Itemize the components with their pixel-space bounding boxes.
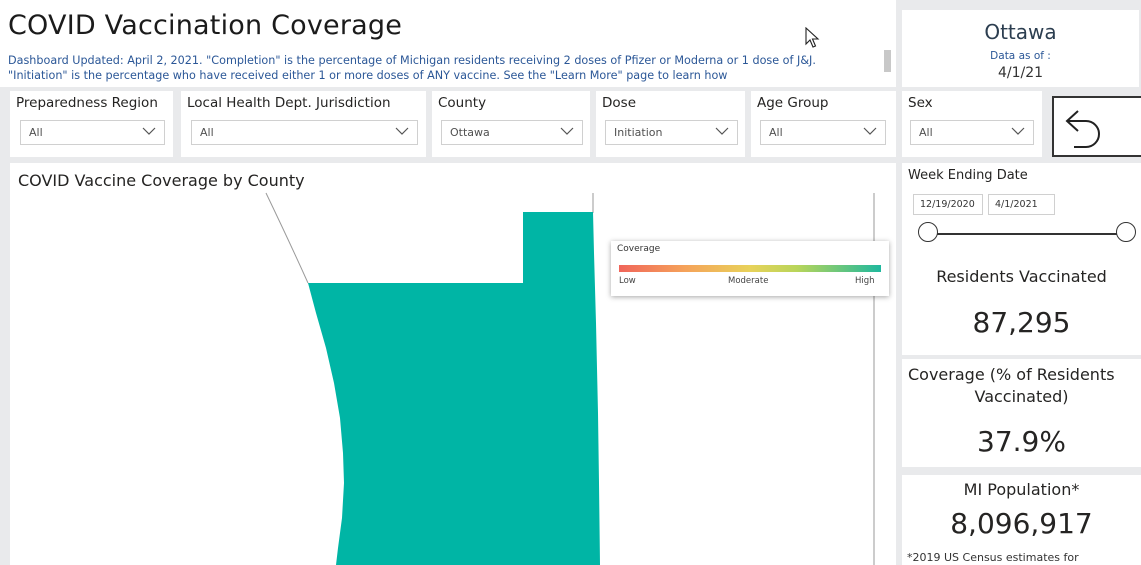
end-date-input[interactable]: 4/1/2021 — [988, 194, 1055, 215]
date-slicer-label: Week Ending Date — [908, 168, 1028, 183]
slicer-age-group: Age Group All — [751, 91, 896, 157]
legend-title: Coverage — [617, 244, 661, 254]
slicer-dose: Dose Initiation — [596, 91, 745, 157]
age-group-dropdown[interactable]: All — [760, 120, 886, 145]
dashboard-description: Dashboard Updated: April 2, 2021. "Compl… — [8, 54, 816, 82]
date-slider-end-handle[interactable] — [1116, 222, 1136, 242]
data-as-of-label: Data as of : — [990, 50, 1051, 62]
start-date-value: 12/19/2020 — [920, 199, 975, 210]
legend-high-label: High — [855, 276, 875, 286]
legend-moderate-label: Moderate — [728, 276, 769, 286]
population-footnote: *2019 US Census estimates for — [907, 551, 1079, 564]
county-map[interactable] — [10, 163, 896, 565]
back-arrow-icon — [1065, 110, 1100, 148]
legend-gradient-bar — [619, 265, 881, 272]
chevron-down-icon — [142, 127, 156, 135]
dropdown-value: All — [769, 126, 783, 139]
date-slicer-panel: Week Ending Date 12/19/2020 4/1/2021 Res… — [902, 163, 1141, 355]
end-date-value: 4/1/2021 — [995, 199, 1038, 210]
header-panel: COVID Vaccination Coverage Dashboard Upd… — [0, 0, 896, 87]
map-panel: COVID Vaccine Coverage by County Coverag… — [10, 163, 896, 565]
chevron-down-icon — [560, 127, 574, 135]
mouse-cursor-icon — [805, 27, 820, 48]
preparedness-region-dropdown[interactable]: All — [20, 120, 165, 145]
slicer-sex: Sex All — [902, 91, 1042, 157]
slicer-local-health-dept: Local Health Dept. Jurisdiction All — [181, 91, 426, 157]
ottawa-county-shape[interactable] — [308, 212, 600, 565]
page-title: COVID Vaccination Coverage — [8, 10, 403, 41]
county-boundary-line — [265, 192, 309, 284]
coverage-legend: Coverage Low Moderate High — [611, 241, 889, 296]
slicer-label: Dose — [602, 95, 636, 111]
sex-dropdown[interactable]: All — [910, 120, 1034, 145]
description-scrollbar[interactable] — [884, 50, 891, 72]
start-date-input[interactable]: 12/19/2020 — [913, 194, 983, 215]
dropdown-value: Ottawa — [450, 126, 490, 139]
chevron-down-icon — [863, 127, 877, 135]
slicer-label: Age Group — [757, 95, 829, 111]
chevron-down-icon — [395, 127, 409, 135]
legend-low-label: Low — [619, 276, 636, 286]
coverage-value: 37.9% — [977, 425, 1066, 458]
residents-vaccinated-value: 87,295 — [972, 306, 1071, 339]
residents-vaccinated-label: Residents Vaccinated — [936, 267, 1107, 286]
slicer-label: Preparedness Region — [16, 95, 158, 111]
coverage-label-line2: Vaccinated) — [974, 387, 1069, 406]
coverage-label-line1: Coverage (% of Residents — [908, 365, 1115, 384]
date-slider-track[interactable] — [928, 233, 1128, 235]
slicer-label: Sex — [908, 95, 933, 111]
coverage-kpi-card: Coverage (% of Residents Vaccinated) 37.… — [902, 359, 1141, 467]
slicer-county: County Ottawa — [432, 91, 590, 157]
chevron-down-icon — [715, 127, 729, 135]
slicer-preparedness-region: Preparedness Region All — [10, 91, 173, 157]
population-kpi-card: MI Population* 8,096,917 *2019 US Census… — [902, 475, 1141, 565]
slicer-label: Local Health Dept. Jurisdiction — [187, 95, 391, 111]
county-dropdown[interactable]: Ottawa — [441, 120, 583, 145]
data-as-of-value: 4/1/21 — [997, 65, 1044, 81]
slicer-label: County — [438, 95, 487, 111]
chevron-down-icon — [1011, 127, 1025, 135]
dropdown-value: Initiation — [614, 126, 663, 139]
population-value: 8,096,917 — [950, 507, 1093, 540]
date-slider-start-handle[interactable] — [918, 222, 938, 242]
back-button[interactable] — [1052, 96, 1141, 157]
dropdown-value: All — [200, 126, 214, 139]
dose-dropdown[interactable]: Initiation — [605, 120, 738, 145]
dropdown-value: All — [29, 126, 43, 139]
local-health-dept-dropdown[interactable]: All — [191, 120, 418, 145]
population-label: MI Population* — [963, 480, 1080, 499]
location-card: Ottawa Data as of : 4/1/21 — [902, 10, 1139, 87]
location-name: Ottawa — [984, 20, 1057, 44]
dropdown-value: All — [919, 126, 933, 139]
